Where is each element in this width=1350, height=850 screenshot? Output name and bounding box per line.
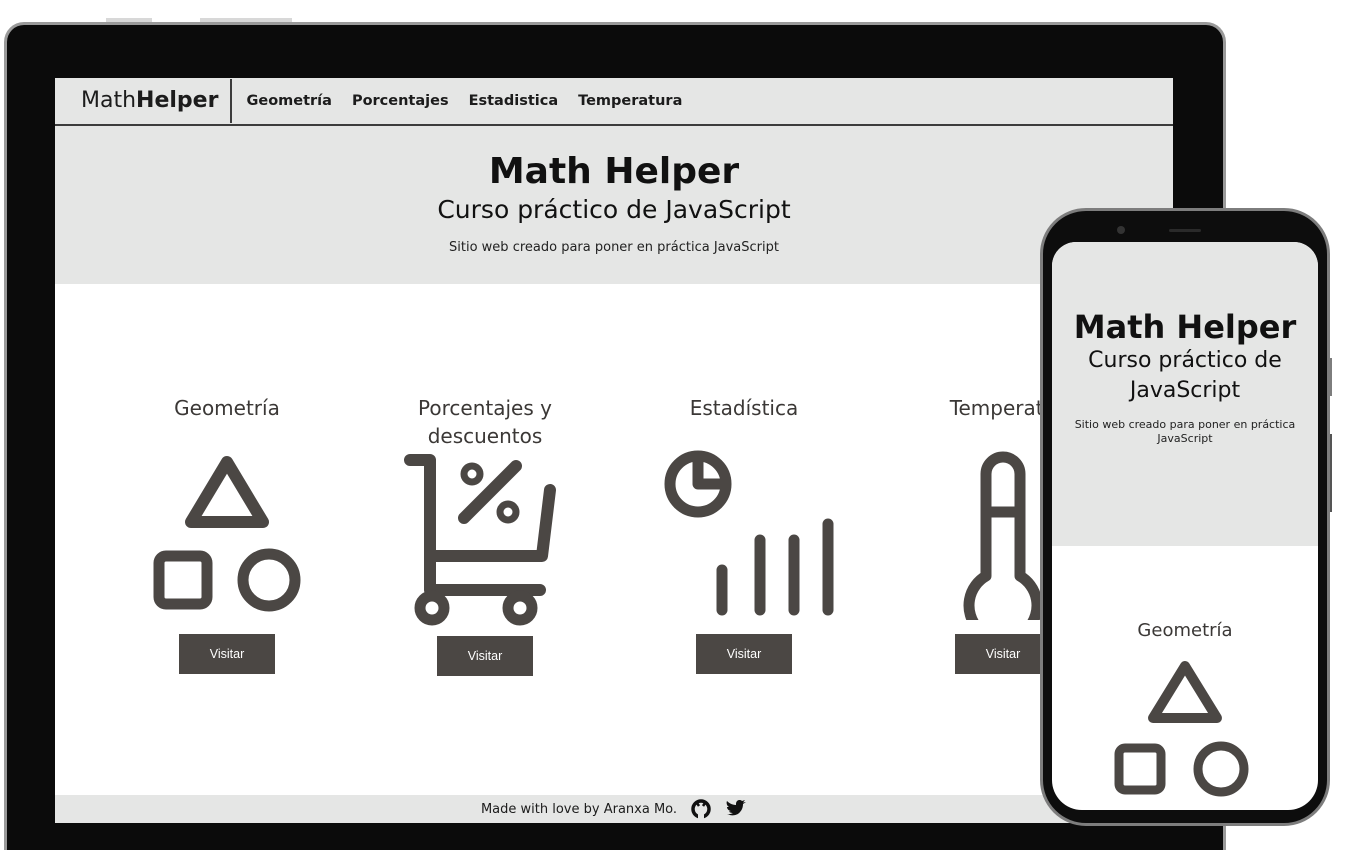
card-porcentajes: Porcentajes y descuentos Visitar [365, 394, 605, 676]
phone-hero-subtitle: Curso práctico de JavaScript [1088, 348, 1282, 403]
phone-hero-section: Math Helper Curso práctico de JavaScript… [1052, 242, 1318, 546]
phone-speaker [1169, 229, 1201, 232]
shapes-icon [153, 456, 301, 612]
visit-geometria-button[interactable]: Visitar [179, 634, 275, 674]
visit-porcentajes-button[interactable]: Visitar [437, 636, 533, 676]
logo-light-text: Math [81, 88, 137, 113]
nav-link-porcentajes[interactable]: Porcentajes [352, 93, 449, 109]
phone-hero-description: Sitio web creado para poner en práctica … [1074, 418, 1296, 445]
nav-link-estadistica[interactable]: Estadistica [469, 93, 559, 109]
hero-subtitle: Curso práctico de JavaScript [437, 195, 791, 224]
pie-chart-bars-icon [664, 450, 834, 616]
github-icon[interactable] [691, 799, 711, 819]
card-estadistica: Estadística Visitar [624, 394, 864, 674]
phone-card-title: Geometría [1137, 620, 1233, 641]
phone-camera [1117, 226, 1125, 234]
phone-frame: Math Helper Curso práctico de JavaScript… [1040, 208, 1330, 826]
navbar: MathHelper Geometría Porcentajes Estadis… [55, 78, 1173, 126]
phone-screen: Math Helper Curso práctico de JavaScript… [1052, 242, 1318, 810]
laptop-screen: MathHelper Geometría Porcentajes Estadis… [55, 78, 1173, 823]
logo-bold-text: Helper [136, 88, 219, 113]
percent-cart-icon [404, 454, 556, 626]
visit-estadistica-button[interactable]: Visitar [696, 634, 792, 674]
nav-link-temperatura[interactable]: Temperatura [578, 93, 682, 109]
site-logo[interactable]: MathHelper [81, 79, 233, 123]
twitter-icon[interactable] [725, 799, 747, 819]
footer: Made with love by Aranxa Mo. [55, 795, 1173, 823]
nav-links: Geometría Porcentajes Estadistica Temper… [232, 93, 682, 109]
card-title: Porcentajes y descuentos [418, 396, 552, 448]
hero-section: Math Helper Curso práctico de JavaScript… [55, 126, 1173, 284]
nav-link-geometria[interactable]: Geometría [246, 93, 331, 109]
visit-temperatura-button[interactable]: Visitar [955, 634, 1051, 674]
card-geometria: Geometría Visitar [107, 394, 347, 674]
phone-hero-title: Math Helper [1073, 308, 1297, 346]
footer-text: Made with love by Aranxa Mo. [480, 801, 678, 817]
hero-description: Sitio web creado para poner en práctica … [449, 240, 779, 255]
card-title: Geometría [174, 396, 280, 420]
shapes-icon [1114, 661, 1249, 797]
card-title: Estadística [689, 396, 799, 420]
cards-section: Geometría Visitar Porcentajes y descuent… [55, 284, 1173, 794]
hero-title: Math Helper [488, 151, 740, 192]
